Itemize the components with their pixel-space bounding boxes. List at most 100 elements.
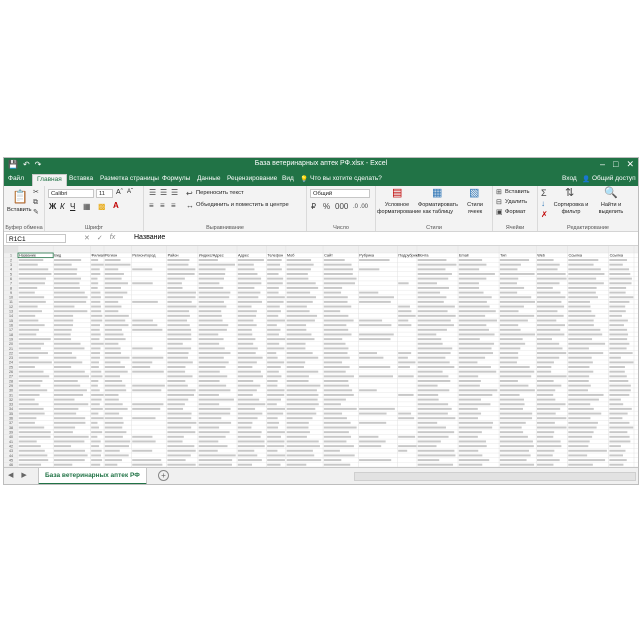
row-number[interactable]: 27 [9,375,13,379]
row-number[interactable]: 45 [9,458,13,462]
format-painter-icon[interactable]: ✎ [33,208,39,218]
number-format-select[interactable]: Общий [310,189,370,198]
header-cell[interactable]: Индекс/Адрес [199,254,224,258]
header-cell[interactable]: Регион/город [132,254,156,258]
grow-font-icon[interactable]: Aˆ [116,189,123,196]
row-number[interactable]: 39 [9,431,13,435]
align-left-icon[interactable]: ≡ [149,201,154,211]
header-cell[interactable]: Адрес [238,254,249,258]
row-number[interactable]: 40 [9,435,13,439]
row-number[interactable]: 24 [9,361,13,365]
row-number[interactable]: 19 [9,337,13,341]
header-cell[interactable]: Телефон [267,254,283,258]
bold-icon[interactable]: Ж [49,202,56,211]
header-cell[interactable]: Название [19,254,36,258]
row-number[interactable]: 6 [10,277,12,281]
header-cell[interactable]: Email [459,254,469,258]
delete-cells-button[interactable]: Удалить [505,199,527,205]
row-number[interactable]: 15 [9,319,13,323]
cell-styles-icon[interactable]: ▧ [469,188,479,199]
row-number[interactable]: 29 [9,384,13,388]
tell-me-box[interactable]: Что вы хотите сделать? [310,175,382,182]
select-all-corner[interactable] [4,246,18,253]
row-number[interactable]: 10 [9,296,13,300]
align-top-icon[interactable]: ☰ [149,188,156,198]
merge-icon[interactable]: ↔ [186,201,194,211]
font-color-icon[interactable]: A [113,201,119,210]
row-number[interactable]: 30 [9,389,13,393]
border-icon[interactable]: ▦ [83,202,91,212]
italic-icon[interactable]: К [60,202,65,211]
function-icon[interactable]: fx [110,234,115,242]
row-number[interactable]: 38 [9,426,13,430]
conditional-format-icon[interactable]: ▤ [392,188,402,199]
sheet-tab-active[interactable]: База ветеринарных аптек РФ [38,468,147,484]
header-cell[interactable]: Ссылка [610,254,624,258]
align-middle-icon[interactable]: ☰ [160,188,167,198]
percent-icon[interactable]: % [323,202,330,212]
currency-icon[interactable]: ₽ [311,202,316,212]
row-number[interactable]: 11 [9,300,13,304]
align-right-icon[interactable]: ≡ [171,201,176,211]
paste-button[interactable]: Вставить [7,207,32,213]
tab-data[interactable]: Данные [197,175,220,182]
row-number[interactable]: 37 [9,421,13,425]
worksheet-grid[interactable]: 1 2 3 4 5 6 7 8 9 10 11 12 13 14 15 16 17 18 19 20 21 22 23 24 2… [4,246,638,468]
header-cell[interactable]: Ссылка [569,254,583,258]
tab-formulas[interactable]: Формулы [162,175,190,182]
sort-filter-button[interactable]: Сортировка и фильтр [552,202,590,216]
tab-file[interactable]: Файл [8,175,24,182]
row-number[interactable]: 32 [9,398,13,402]
cell-styles-button[interactable]: Стили ячеек [460,202,490,216]
wrap-text-button[interactable]: Переносить текст [196,190,244,196]
comma-icon[interactable]: 000 [335,202,348,212]
row-number[interactable]: 14 [9,314,13,318]
row-number[interactable]: 2 [10,258,12,262]
enter-icon[interactable]: ✓ [97,234,103,242]
find-select-button[interactable]: Найти и выделить [592,202,630,216]
header-cell[interactable]: Вид [54,254,62,258]
sign-in-link[interactable]: Вход [562,175,577,182]
row-number[interactable]: 8 [10,286,12,290]
close-icon[interactable]: ✕ [626,159,634,170]
header-cell[interactable]: Тип [500,254,506,258]
format-cells-button[interactable]: Формат [505,209,526,215]
clear-icon[interactable]: ✗ [541,210,548,220]
format-cells-icon[interactable]: ▣ [496,208,503,218]
cells-canvas[interactable]: 1234567891011121314151617181920212223242… [4,246,638,468]
header-cell[interactable]: Филиал [91,254,105,258]
row-number[interactable]: 4 [10,268,12,272]
row-number[interactable]: 25 [9,365,13,369]
table-icon[interactable]: ▦ [432,188,442,199]
merge-center-button[interactable]: Объединить и поместить в центре [196,202,289,208]
tab-insert[interactable]: Вставка [69,175,93,182]
align-center-icon[interactable]: ≡ [160,201,165,211]
sheet-prev-icon[interactable]: ◀ [8,471,13,479]
add-sheet-icon[interactable]: + [158,470,169,481]
share-button[interactable]: Общий доступ [592,175,636,182]
row-number[interactable]: 3 [10,263,12,267]
find-select-icon[interactable]: 🔍 [604,188,618,199]
paste-icon[interactable]: 📋 [12,190,28,204]
cancel-icon[interactable]: ✕ [84,234,90,242]
align-bottom-icon[interactable]: ☰ [171,188,178,198]
row-number[interactable]: 1 [10,254,12,258]
row-number[interactable]: 43 [9,449,13,453]
font-size-select[interactable]: 11 [96,189,113,198]
copy-icon[interactable]: ⧉ [33,198,38,208]
row-number[interactable]: 21 [9,347,13,351]
row-number[interactable]: 9 [10,291,12,295]
delete-cells-icon[interactable]: ⊟ [496,198,502,208]
row-number[interactable]: 31 [9,393,13,397]
insert-cells-button[interactable]: Вставить [505,189,530,195]
underline-icon[interactable]: Ч [70,202,75,211]
row-number[interactable]: 44 [9,454,13,458]
row-number[interactable]: 23 [9,356,13,360]
row-number[interactable]: 42 [9,444,13,448]
cut-icon[interactable]: ✂ [33,188,39,198]
row-number[interactable]: 26 [9,370,13,374]
sort-filter-icon[interactable]: ⇅ [565,188,574,199]
name-box[interactable]: R1C1 [6,234,66,243]
header-cell[interactable]: Моб [287,254,295,258]
sheet-next-icon[interactable]: ▶ [21,471,26,479]
